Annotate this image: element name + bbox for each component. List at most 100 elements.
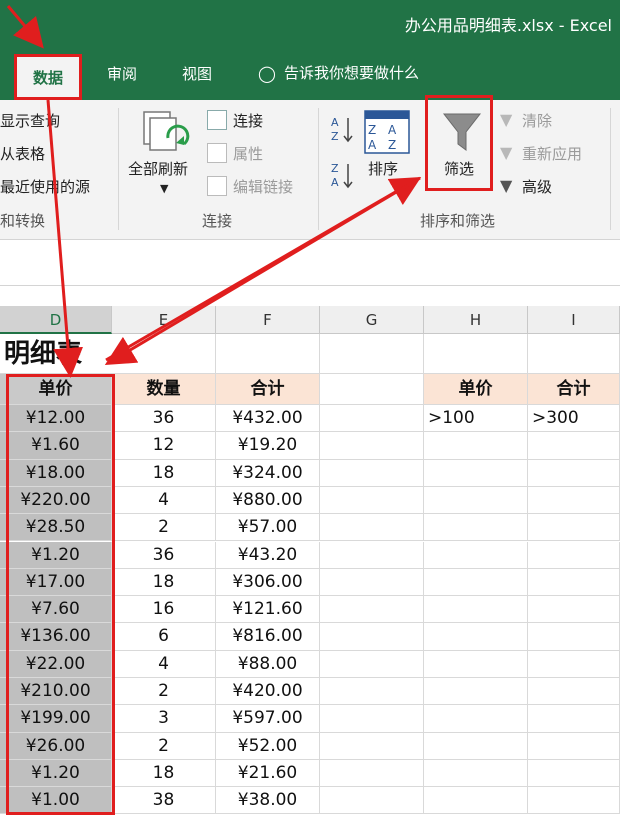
price-cell[interactable]: ¥220.00 [0,486,112,515]
total-cell[interactable]: ¥306.00 [216,568,320,597]
cell[interactable] [320,541,424,569]
price-cell[interactable]: ¥1.20 [0,541,112,569]
qty-cell[interactable]: 2 [112,514,216,542]
cell[interactable] [528,568,620,597]
cell[interactable] [320,650,424,678]
total-cell[interactable]: ¥420.00 [216,678,320,706]
cell[interactable] [424,432,528,460]
advanced-button[interactable]: 高级 [522,176,552,197]
total-cell[interactable]: ¥43.20 [216,541,320,569]
cell[interactable] [528,334,620,374]
cell[interactable] [320,568,424,597]
total-cell[interactable]: ¥597.00 [216,705,320,733]
qty-cell[interactable]: 2 [112,678,216,706]
tab-data[interactable]: 数据 [14,54,82,100]
chevron-down-icon[interactable]: ▼ [160,182,168,195]
column-header-f[interactable]: F [216,306,320,334]
connections-button[interactable]: 连接 [233,110,263,131]
cell[interactable] [320,623,424,651]
price-cell[interactable]: ¥18.00 [0,459,112,487]
cell[interactable] [424,705,528,733]
recent-sources-button[interactable]: 最近使用的源 [0,176,90,197]
cell[interactable] [424,334,528,374]
total-cell[interactable]: ¥324.00 [216,459,320,487]
total-cell[interactable]: ¥816.00 [216,623,320,651]
total-cell[interactable]: ¥121.60 [216,596,320,624]
price-cell[interactable]: ¥199.00 [0,705,112,733]
cell[interactable] [528,787,620,815]
qty-cell[interactable]: 4 [112,486,216,515]
total-cell[interactable]: ¥19.20 [216,432,320,460]
qty-cell[interactable]: 3 [112,705,216,733]
cell[interactable] [320,486,424,515]
sheet-title[interactable]: 明细表 [0,334,112,374]
price-cell[interactable]: ¥210.00 [0,678,112,706]
cell[interactable] [424,732,528,760]
header-price[interactable]: 单价 [0,374,112,405]
criteria-total-cell[interactable]: >300 [528,405,620,433]
cell[interactable] [424,541,528,569]
cell[interactable] [320,732,424,760]
tab-review[interactable]: 审阅 [107,62,137,86]
qty-cell[interactable]: 18 [112,459,216,487]
cell[interactable] [528,678,620,706]
price-cell[interactable]: ¥17.00 [0,568,112,597]
total-cell[interactable]: ¥432.00 [216,405,320,433]
cell[interactable] [528,432,620,460]
cell[interactable] [320,759,424,788]
criteria-header-total[interactable]: 合计 [528,374,620,405]
formula-bar[interactable] [0,240,620,286]
total-cell[interactable]: ¥57.00 [216,514,320,542]
filter-button[interactable]: 筛选 [444,158,474,179]
edit-links-button[interactable]: 编辑链接 [233,176,293,197]
cell[interactable] [528,705,620,733]
qty-cell[interactable]: 18 [112,568,216,597]
cell[interactable] [320,459,424,487]
total-cell[interactable]: ¥21.60 [216,759,320,788]
cell[interactable] [528,759,620,788]
cell[interactable] [320,405,424,433]
qty-cell[interactable]: 4 [112,650,216,678]
column-header-i[interactable]: I [528,306,620,334]
price-cell[interactable]: ¥136.00 [0,623,112,651]
cell[interactable] [528,623,620,651]
qty-cell[interactable]: 18 [112,759,216,788]
cell[interactable] [424,623,528,651]
column-header-d[interactable]: D [0,306,112,334]
cell[interactable] [424,596,528,624]
header-qty[interactable]: 数量 [112,374,216,405]
price-cell[interactable]: ¥12.00 [0,405,112,433]
sort-az-icon[interactable]: A Z [330,114,356,144]
tell-me-search[interactable]: 告诉我你想要做什么 [284,62,419,83]
sort-za-icon[interactable]: Z A [330,160,356,190]
cell[interactable] [320,787,424,815]
reapply-button[interactable]: 重新应用 [522,143,582,164]
cell[interactable] [528,486,620,515]
qty-cell[interactable]: 2 [112,732,216,760]
cell[interactable] [320,432,424,460]
cell[interactable] [424,568,528,597]
cell[interactable] [424,787,528,815]
price-cell[interactable]: ¥22.00 [0,650,112,678]
cell[interactable] [528,596,620,624]
qty-cell[interactable]: 16 [112,596,216,624]
price-cell[interactable]: ¥1.60 [0,432,112,460]
cell[interactable] [424,486,528,515]
cell[interactable] [320,374,424,405]
tab-view[interactable]: 视图 [182,62,212,86]
cell[interactable] [320,334,424,374]
total-cell[interactable]: ¥88.00 [216,650,320,678]
qty-cell[interactable]: 36 [112,405,216,433]
refresh-all-button[interactable]: 全部刷新 [128,158,188,179]
qty-cell[interactable]: 6 [112,623,216,651]
cell[interactable] [424,678,528,706]
total-cell[interactable]: ¥880.00 [216,486,320,515]
criteria-price-cell[interactable]: >100 [424,405,528,433]
cell[interactable] [528,650,620,678]
clear-button[interactable]: 清除 [522,110,552,131]
qty-cell[interactable]: 12 [112,432,216,460]
cell[interactable] [528,514,620,542]
cell[interactable] [112,334,216,374]
sort-dialog-icon[interactable]: Z A A Z [364,110,410,154]
cell[interactable] [424,759,528,788]
